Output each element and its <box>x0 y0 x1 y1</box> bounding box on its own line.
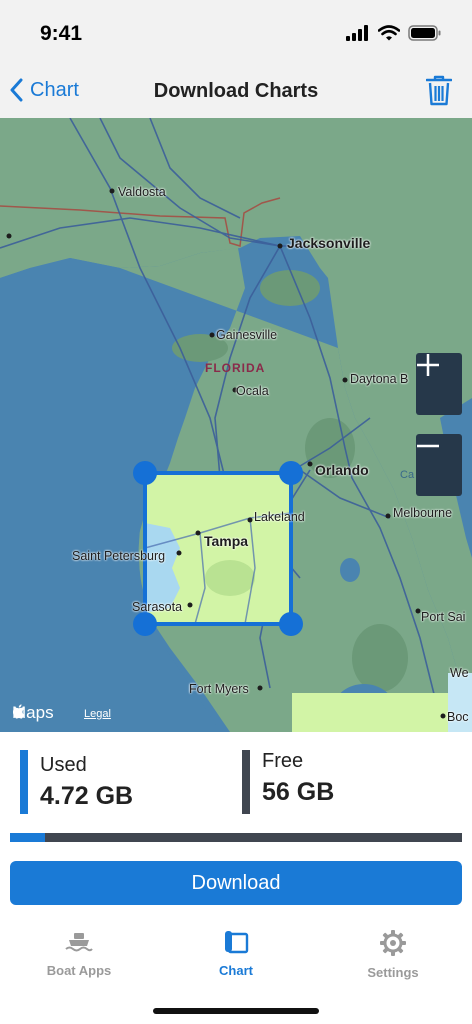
map-view[interactable]: Valdosta Jacksonville Gainesville FLORID… <box>0 118 472 732</box>
map-label-melbourne: Melbourne <box>393 506 453 520</box>
trash-icon <box>425 75 453 106</box>
tab-settings[interactable]: Settings <box>328 930 458 980</box>
tab-boat-apps[interactable]: Boat Apps <box>14 930 144 978</box>
gear-icon <box>380 930 406 956</box>
free-indicator-bar <box>242 750 250 814</box>
plus-icon <box>417 354 439 376</box>
zoom-out-button[interactable] <box>416 434 462 496</box>
map-label-ca: Ca <box>400 469 415 481</box>
download-button[interactable]: Download <box>10 861 462 905</box>
status-time: 9:41 <box>40 22 83 45</box>
map-label-valdosta: Valdosta <box>118 185 166 199</box>
maps-attribution: Maps <box>12 703 54 723</box>
map-label-lakeland: Lakeland <box>254 510 305 524</box>
status-bar: 9:41 <box>0 0 472 70</box>
map-label-orlando: Orlando <box>315 462 369 478</box>
legal-link[interactable]: Legal <box>84 708 111 720</box>
free-storage: Free 56 GB <box>242 750 442 814</box>
tab-bar: Boat Apps Chart Settings <box>0 920 472 1000</box>
map-label-jacksonville: Jacksonville <box>287 235 371 251</box>
used-label: Used <box>40 754 87 776</box>
map-label-saint-petersburg: Saint Petersburg <box>72 549 166 563</box>
map-label-ocala: Ocala <box>236 384 269 398</box>
map-label-boc: Boc <box>447 710 469 724</box>
wifi-icon <box>378 25 400 41</box>
tab-boat-apps-label: Boat Apps <box>46 963 112 978</box>
status-icons <box>346 25 442 41</box>
map-label-florida: FLORIDA <box>205 361 266 375</box>
cellular-signal-icon <box>346 25 368 41</box>
map-label-daytona: Daytona B <box>350 372 409 386</box>
zoom-in-button[interactable] <box>416 353 462 415</box>
navigation-bar: Chart Download Charts <box>0 70 472 118</box>
delete-button[interactable] <box>425 75 453 112</box>
map-label-port-saint: Port Sai <box>421 610 466 624</box>
minus-icon <box>417 444 439 448</box>
storage-summary: Used 4.72 GB Free 56 GB <box>0 732 472 832</box>
home-indicator <box>153 1008 319 1014</box>
map-label-gainesville: Gainesville <box>216 328 278 342</box>
tab-settings-label: Settings <box>367 965 419 980</box>
page-title: Download Charts <box>153 80 319 102</box>
ship-icon <box>65 933 93 952</box>
used-value: 4.72 GB <box>40 782 134 810</box>
map-canvas <box>0 118 472 732</box>
map-label-tampa: Tampa <box>204 533 249 549</box>
map-label-we: We <box>450 666 469 680</box>
storage-progress-bar <box>10 833 462 842</box>
chart-book-icon <box>225 931 249 954</box>
tab-chart-label: Chart <box>219 963 253 978</box>
battery-icon <box>408 25 441 41</box>
map-label-sarasota: Sarasota <box>132 600 183 614</box>
free-value: 56 GB <box>262 778 335 806</box>
used-indicator-bar <box>20 750 28 814</box>
tab-chart[interactable]: Chart <box>171 930 301 978</box>
free-label: Free <box>262 750 304 772</box>
storage-progress-fill <box>10 833 45 842</box>
used-storage: Used 4.72 GB <box>20 750 220 814</box>
apple-logo-icon <box>12 704 25 719</box>
map-label-fort-myers: Fort Myers <box>189 682 249 696</box>
